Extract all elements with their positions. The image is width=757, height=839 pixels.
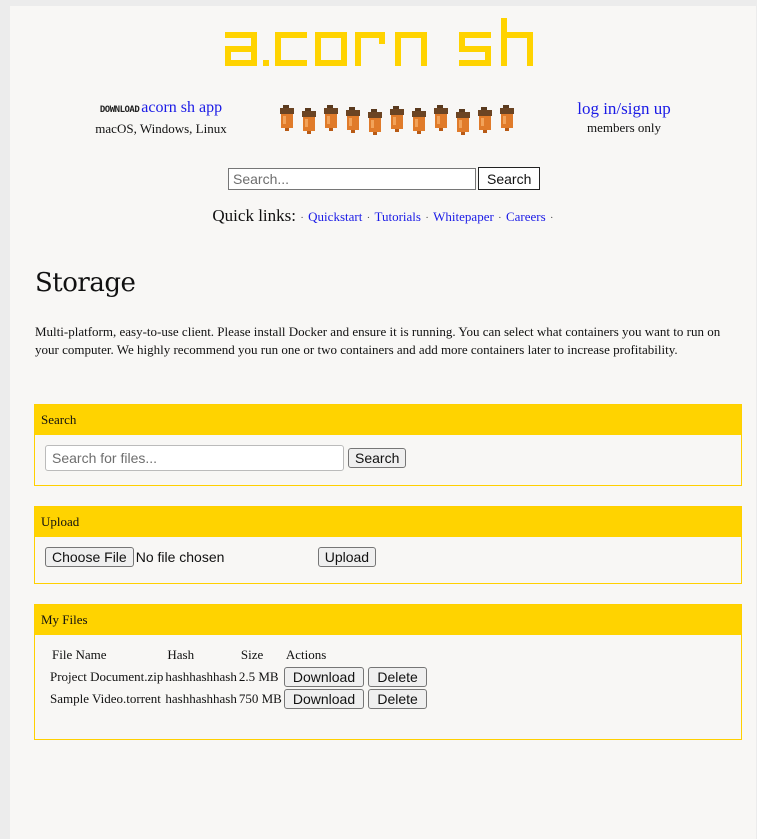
intro-text: Multi-platform, easy-to-use client. Plea… [35, 324, 721, 357]
file-name-cell: Sample Video.torrent [50, 691, 161, 706]
file-size-cell: 2.5 MB [238, 669, 279, 684]
files-table-header: File Name Hash Size Actions [49, 645, 429, 666]
upload-panel-title: Upload [35, 507, 741, 537]
quick-link-careers[interactable]: Careers [506, 209, 546, 224]
quick-link-tutorials[interactable]: Tutorials [375, 209, 421, 224]
page: DOWNLOAD acorn sh app macOS, Windows, Lin… [10, 6, 756, 839]
top-search-input[interactable] [228, 167, 476, 190]
table-row: Sample Video.torrent hashhashhash 750 MB… [49, 688, 429, 710]
file-hash-cell: hashhashhash [165, 669, 237, 684]
file-size-cell: 750 MB [238, 691, 282, 706]
file-hash-cell: hashhashhash [165, 691, 237, 706]
download-app-link[interactable]: acorn sh app [141, 99, 222, 116]
file-actions-cell: Download Delete [283, 666, 429, 688]
quick-links-label: Quick links: [212, 206, 296, 225]
upload-button[interactable]: Upload [317, 547, 377, 567]
download-tag: DOWNLOAD [99, 105, 140, 115]
column-header-size: Size [240, 647, 264, 662]
members-only-note: members only [586, 120, 661, 135]
column-header-actions: Actions [285, 647, 327, 662]
quick-links: Quick links: · Quickstart · Tutorials · … [212, 206, 554, 225]
download-app-block: DOWNLOAD acorn sh app macOS, Windows, Lin… [76, 99, 246, 139]
login-block: log in/sign up members only [562, 99, 686, 137]
login-signup-link[interactable]: log in/sign up [577, 99, 671, 118]
delete-file-button[interactable]: Delete [368, 667, 427, 687]
column-header-hash: Hash [167, 647, 195, 662]
file-actions-cell: Download Delete [283, 688, 429, 710]
download-file-button[interactable]: Download [283, 667, 365, 687]
download-platforms: macOS, Windows, Linux [95, 121, 227, 136]
upload-panel: Upload Choose File No file chosen Upload [34, 506, 742, 584]
acorn-sh-logo [225, 18, 533, 66]
search-panel: Search Search [34, 404, 742, 486]
table-row: Project Document.zip hashhashhash 2.5 MB… [49, 666, 429, 688]
files-table: File Name Hash Size Actions Project Docu… [49, 645, 429, 710]
acorn-row-icons [280, 105, 514, 135]
my-files-panel-title: My Files [35, 605, 741, 635]
download-file-button[interactable]: Download [283, 689, 365, 709]
quick-link-quickstart[interactable]: Quickstart [308, 209, 362, 224]
quick-link-whitepaper[interactable]: Whitepaper [433, 209, 494, 224]
my-files-panel: My Files File Name Hash Size Actions Pro… [34, 604, 742, 740]
delete-file-button[interactable]: Delete [368, 689, 427, 709]
column-header-file-name: File Name [52, 647, 107, 662]
page-title: Storage [35, 268, 136, 298]
no-file-chosen-label: No file chosen [135, 549, 225, 565]
search-panel-title: Search [35, 405, 741, 435]
choose-file-button[interactable]: Choose File [45, 547, 134, 567]
top-search-button[interactable]: Search [478, 167, 541, 190]
file-name-cell: Project Document.zip [50, 669, 164, 684]
top-search-bar: Search [228, 167, 541, 190]
file-search-input[interactable] [45, 445, 344, 471]
file-search-button[interactable]: Search [348, 448, 407, 468]
